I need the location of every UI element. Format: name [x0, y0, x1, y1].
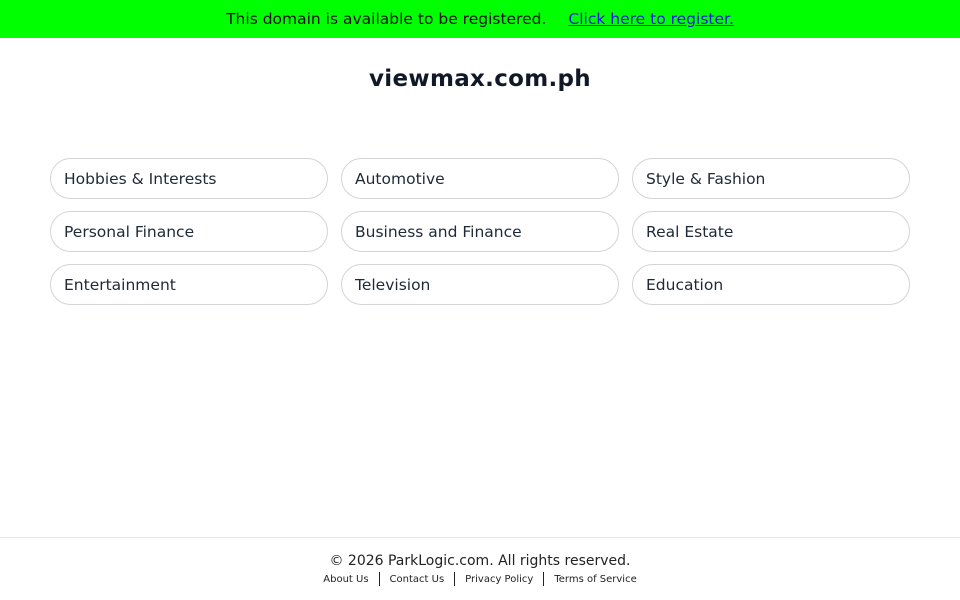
domain-title: viewmax.com.ph	[369, 66, 591, 92]
category-link[interactable]: Business and Finance	[341, 211, 619, 252]
divider	[378, 572, 380, 586]
contact-us-link[interactable]: Contact Us	[390, 574, 445, 585]
privacy-policy-link[interactable]: Privacy Policy	[465, 574, 533, 585]
footer: © 2026 ParkLogic.com. All rights reserve…	[0, 537, 960, 600]
copyright-text: © 2026 ParkLogic.com. All rights reserve…	[329, 553, 631, 569]
divider	[454, 572, 456, 586]
category-link[interactable]: Automotive	[341, 158, 619, 199]
category-grid: Hobbies & Interests Automotive Style & F…	[50, 158, 910, 305]
footer-links: About Us Contact Us Privacy Policy Terms…	[0, 572, 960, 586]
register-link[interactable]: Click here to register.	[568, 10, 733, 28]
category-link[interactable]: Entertainment	[50, 264, 328, 305]
registration-banner: This domain is available to be registere…	[0, 0, 960, 38]
divider	[543, 572, 545, 586]
category-link[interactable]: Television	[341, 264, 619, 305]
category-link[interactable]: Style & Fashion	[632, 158, 910, 199]
category-link[interactable]: Personal Finance	[50, 211, 328, 252]
page: This domain is available to be registere…	[0, 0, 960, 600]
about-us-link[interactable]: About Us	[323, 574, 368, 585]
banner-text: This domain is available to be registere…	[226, 10, 547, 28]
category-link[interactable]: Real Estate	[632, 211, 910, 252]
category-link[interactable]: Education	[632, 264, 910, 305]
category-link[interactable]: Hobbies & Interests	[50, 158, 328, 199]
terms-of-service-link[interactable]: Terms of Service	[554, 574, 636, 585]
